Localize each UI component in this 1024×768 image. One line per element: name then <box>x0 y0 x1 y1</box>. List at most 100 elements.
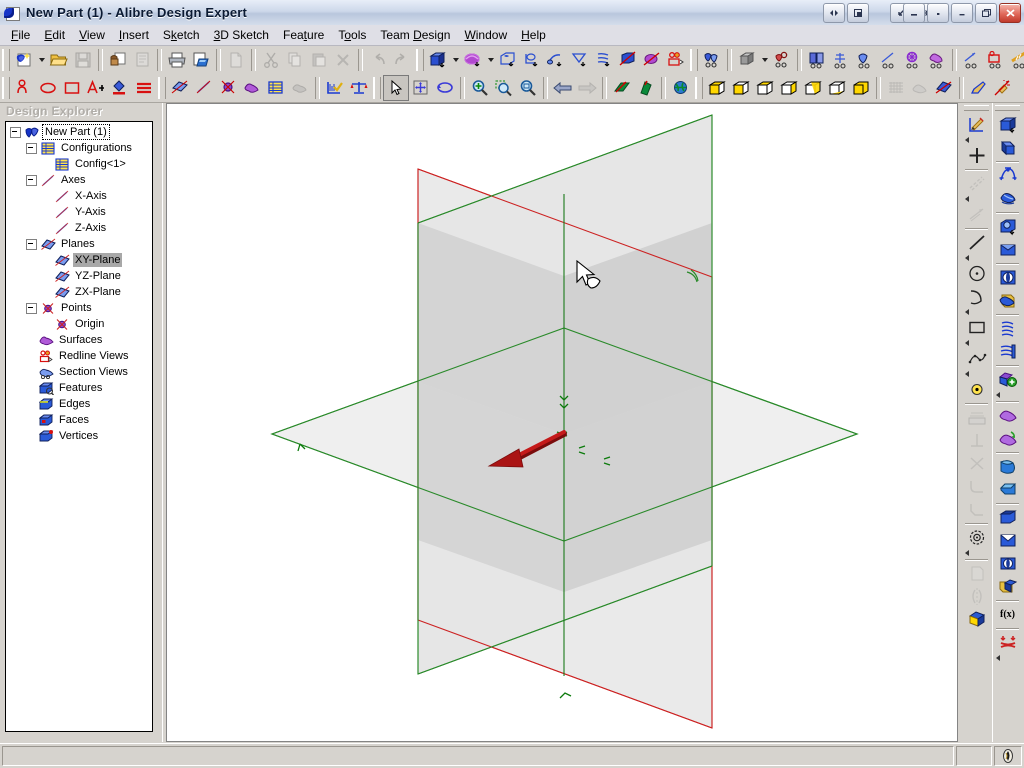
small-button[interactable] <box>927 3 949 23</box>
menu-view[interactable]: View <box>72 26 112 44</box>
datum-flyout-arrow[interactable] <box>994 654 1021 662</box>
measure-button[interactable] <box>323 76 347 100</box>
sketch-mode-flyout-arrow[interactable] <box>963 136 990 144</box>
tree-item-origin[interactable]: Origin <box>6 316 152 332</box>
assembly-insert-button[interactable] <box>700 48 724 72</box>
add-feature-flyout-arrow[interactable] <box>994 391 1021 399</box>
copy-button[interactable] <box>283 48 307 72</box>
tree-item-xy-plane[interactable]: XY-Plane <box>6 252 152 268</box>
tree-item-x-axis[interactable]: X-Axis <box>6 188 152 204</box>
shell-button[interactable] <box>616 48 640 72</box>
tree-item-edges[interactable]: Edges <box>6 396 152 412</box>
extrude-boss-button[interactable] <box>426 48 450 72</box>
open-button[interactable] <box>47 48 71 72</box>
motion-button[interactable] <box>960 48 984 72</box>
sketch-point-button[interactable] <box>964 144 989 167</box>
minimize-button[interactable] <box>903 3 925 23</box>
reference-line-button[interactable] <box>964 172 989 195</box>
view-iso-button[interactable] <box>705 76 729 100</box>
sketch-mode-button[interactable] <box>964 113 989 136</box>
spline-flyout-arrow[interactable] <box>963 370 990 378</box>
print-preview-button[interactable] <box>189 48 213 72</box>
close-button[interactable] <box>999 3 1021 23</box>
thread-feature-button[interactable] <box>995 575 1020 598</box>
3d-viewport[interactable] <box>166 103 958 742</box>
part-color-button[interactable] <box>735 48 759 72</box>
lighting-button[interactable] <box>991 76 1015 100</box>
view-top-button[interactable] <box>753 76 777 100</box>
dimension-button[interactable] <box>964 406 989 429</box>
helix-cut-button[interactable] <box>995 340 1020 363</box>
toolbar-grip[interactable] <box>2 49 10 71</box>
revolve-boss-dropdown-arrow[interactable] <box>485 48 496 72</box>
toolbar-grip-5[interactable] <box>158 77 166 99</box>
new-document-button[interactable] <box>224 48 248 72</box>
checkin-button[interactable] <box>106 48 130 72</box>
tree-item-redline-views[interactable]: Redline Views <box>6 348 152 364</box>
tree-item-zx-plane[interactable]: ZX-Plane <box>6 284 152 300</box>
tree-item-y-axis[interactable]: Y-Axis <box>6 204 152 220</box>
redline-button[interactable] <box>664 48 688 72</box>
revolve-boss-button[interactable] <box>461 48 485 72</box>
normal-to-button[interactable] <box>610 76 634 100</box>
line-button[interactable] <box>964 231 989 254</box>
text-button[interactable] <box>84 76 108 100</box>
paste-button[interactable] <box>307 48 331 72</box>
connected-lines-button[interactable] <box>964 203 989 226</box>
select-tool-button[interactable] <box>383 75 409 101</box>
extrude-boss-button[interactable] <box>995 113 1020 136</box>
save-button[interactable] <box>71 48 95 72</box>
hole-feature-button[interactable] <box>995 552 1020 575</box>
zoom-in-button[interactable] <box>468 76 492 100</box>
shaded-button[interactable] <box>932 76 956 100</box>
fillet-feature-button[interactable] <box>995 455 1020 478</box>
toolbar-grip-6[interactable] <box>373 77 381 99</box>
loft-cut-button[interactable] <box>995 289 1020 312</box>
tangent-button[interactable] <box>877 48 901 72</box>
draft-button[interactable] <box>640 48 664 72</box>
rotate-tool-button[interactable] <box>433 76 457 100</box>
feature-column-grip[interactable] <box>995 105 1020 111</box>
equation-button[interactable]: f(x) <box>995 603 1020 626</box>
new-part-dropdown-arrow[interactable] <box>36 48 47 72</box>
loft-surface-button[interactable] <box>995 427 1020 450</box>
ellipse-button[interactable] <box>36 76 60 100</box>
offset-button[interactable] <box>964 526 989 549</box>
menu-help[interactable]: Help <box>514 26 553 44</box>
redo-button[interactable] <box>390 48 414 72</box>
constraint-button[interactable] <box>770 48 794 72</box>
tree-item-faces[interactable]: Faces <box>6 412 152 428</box>
rectangle-button[interactable] <box>60 76 84 100</box>
toolbar-grip-4[interactable] <box>2 77 10 99</box>
next-view-button[interactable] <box>575 76 599 100</box>
revolve-cut-button[interactable] <box>520 48 544 72</box>
tree-expander-minus-icon[interactable] <box>26 142 37 154</box>
shell-feature-button[interactable] <box>995 506 1020 529</box>
sketch-column-grip[interactable] <box>964 105 989 111</box>
menu-3d-sketch[interactable]: 3D Sketch <box>207 26 276 44</box>
undo-button[interactable] <box>366 48 390 72</box>
menu-file[interactable]: File <box>4 26 37 44</box>
previous-view-button[interactable] <box>551 76 575 100</box>
spline-button[interactable] <box>964 347 989 370</box>
view-back-button[interactable] <box>801 76 825 100</box>
tree-item-section-views[interactable]: Section Views <box>6 364 152 380</box>
tree-item-features[interactable]: Features <box>6 380 152 396</box>
sketch-figure-button[interactable] <box>12 76 36 100</box>
sweep-boss-button[interactable] <box>995 164 1020 187</box>
menu-sketch[interactable]: Sketch <box>156 26 207 44</box>
view-right-button[interactable] <box>777 76 801 100</box>
surface-select-button[interactable] <box>240 76 264 100</box>
rectangle-flyout-arrow[interactable] <box>963 339 990 347</box>
rectangle-button[interactable] <box>964 316 989 339</box>
chamfer-button[interactable] <box>964 498 989 521</box>
tree-item-vertices[interactable]: Vertices <box>6 428 152 444</box>
checkout-button[interactable] <box>130 48 154 72</box>
point-button[interactable] <box>964 378 989 401</box>
restore-down-button[interactable] <box>951 3 973 23</box>
sweep-cut-button[interactable] <box>995 266 1020 289</box>
config-table-button[interactable] <box>264 76 288 100</box>
offset-flyout-arrow[interactable] <box>963 549 990 557</box>
mirror-sketch-button[interactable] <box>964 585 989 608</box>
delete-button[interactable] <box>331 48 355 72</box>
